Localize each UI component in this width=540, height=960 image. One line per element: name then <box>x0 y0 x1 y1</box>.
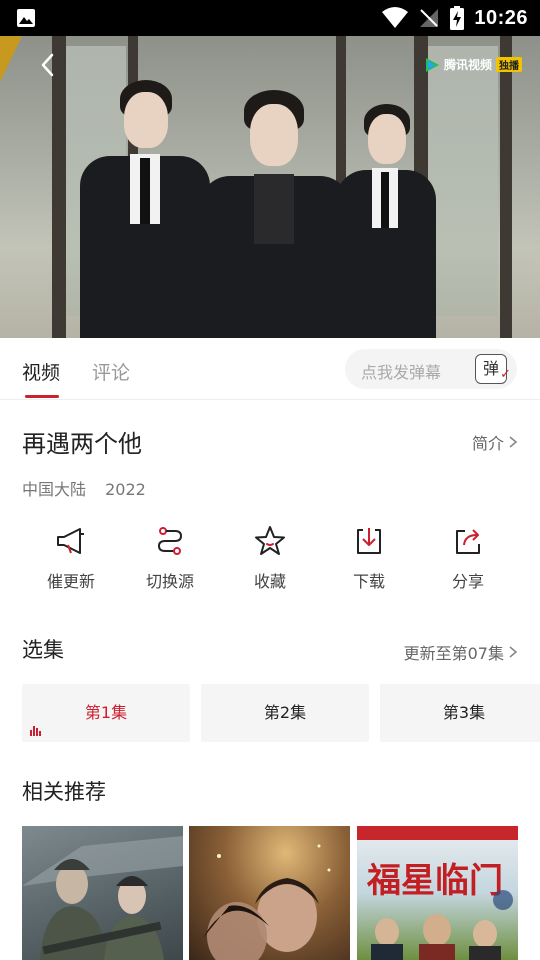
recommend-title: 相关推荐 <box>22 780 106 804</box>
poster-art <box>203 844 331 960</box>
status-bar: 10:26 <box>0 0 540 36</box>
switch-source-button[interactable]: 切换源 <box>120 524 220 592</box>
gallery-icon <box>17 9 35 27</box>
no-signal-icon <box>420 9 439 27</box>
active-tab-indicator <box>25 395 59 398</box>
switch-source-icon <box>157 527 183 555</box>
episode-button[interactable]: 第1集 <box>22 684 190 742</box>
episodes-title: 选集 <box>22 638 64 662</box>
show-title: 再遇两个他 <box>22 430 142 458</box>
tab-video[interactable]: 视频 <box>22 358 60 385</box>
video-person <box>336 102 436 338</box>
remind-update-button[interactable]: 催更新 <box>21 524 121 592</box>
chevron-right-icon <box>509 436 518 448</box>
episodes-update-link[interactable]: 更新至第07集 <box>404 640 518 664</box>
video-frame-part <box>500 36 512 338</box>
danmu-toggle-button[interactable]: 弹 ✓ <box>475 354 511 384</box>
star-icon <box>255 526 285 555</box>
poster-art: 福星临门 <box>357 826 518 960</box>
recommend-poster[interactable] <box>189 826 350 960</box>
video-frame-part <box>52 36 66 338</box>
download-button[interactable]: 下载 <box>319 524 419 592</box>
share-icon <box>456 529 480 554</box>
video-person <box>80 76 210 338</box>
show-meta: 中国大陆 2022 <box>22 476 146 500</box>
poster-art <box>22 836 183 960</box>
action-bar: 催更新 切换源 收藏 下载 分享 <box>0 524 540 604</box>
back-icon[interactable] <box>34 50 64 80</box>
wifi-icon <box>382 7 409 28</box>
recommend-poster[interactable] <box>22 826 183 960</box>
episode-button[interactable]: 第3集 <box>380 684 540 742</box>
video-player[interactable]: 腾讯视频 独播 <box>0 36 540 338</box>
show-year: 2022 <box>105 480 146 499</box>
download-icon <box>357 528 381 554</box>
video-frame-part <box>428 46 498 316</box>
share-button[interactable]: 分享 <box>418 524 518 592</box>
svg-text:福星临门: 福星临门 <box>366 861 503 901</box>
video-person <box>200 86 350 338</box>
show-region: 中国大陆 <box>22 480 87 499</box>
check-icon: ✓ <box>500 367 511 382</box>
chevron-right-icon <box>509 646 518 658</box>
danmu-input[interactable]: 点我发弹幕 弹 ✓ <box>345 349 517 389</box>
video-corner-mark <box>0 36 22 82</box>
favorite-button[interactable]: 收藏 <box>220 524 320 592</box>
now-playing-icon <box>30 726 41 736</box>
clock: 10:26 <box>474 6 528 29</box>
megaphone-icon <box>57 528 84 554</box>
episode-button[interactable]: 第2集 <box>201 684 369 742</box>
recommend-poster[interactable]: 福星临门 <box>357 826 518 960</box>
danmu-placeholder: 点我发弹幕 <box>361 363 442 382</box>
video-watermark: 腾讯视频 独播 <box>424 56 522 73</box>
battery-charging-icon <box>450 6 465 30</box>
intro-link[interactable]: 简介 <box>472 430 518 454</box>
tab-comments[interactable]: 评论 <box>92 358 130 385</box>
tab-bar: 视频 评论 点我发弹幕 弹 ✓ <box>0 338 540 400</box>
play-logo-icon <box>425 57 439 72</box>
